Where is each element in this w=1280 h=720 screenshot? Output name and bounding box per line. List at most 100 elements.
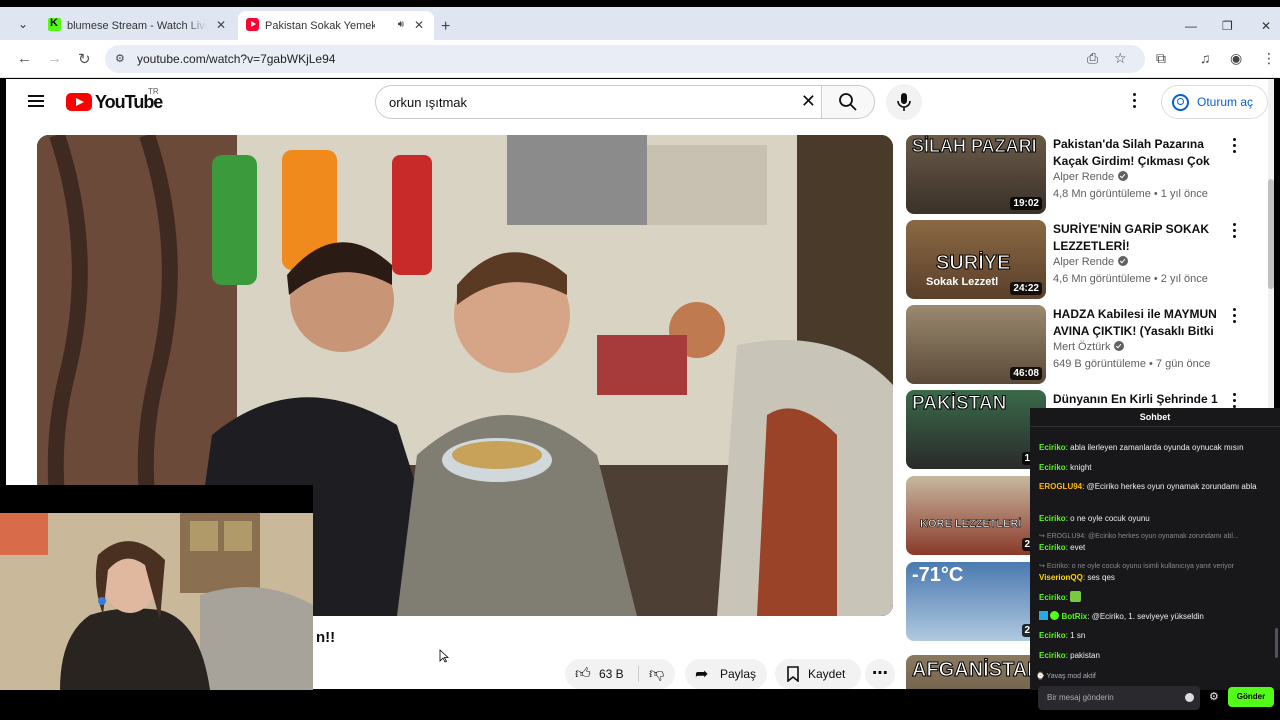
reply-context: ↪ EROGLU94: @Eciriko herkes oyun oynamak… bbox=[1039, 533, 1239, 540]
country-code: TR bbox=[148, 87, 159, 96]
video-thumbnail[interactable]: 46:08 bbox=[906, 305, 1046, 384]
like-button[interactable]: 👍︎ 63 B bbox=[565, 659, 637, 689]
close-window-icon[interactable]: ✕ bbox=[1261, 19, 1271, 33]
related-video[interactable]: SURİYE Sokak Lezzetl 24:22 SURİYE'NİN GA… bbox=[906, 220, 1246, 300]
chat-username[interactable]: Eciriko bbox=[1039, 593, 1066, 602]
slow-mode-notice: ⌚ Yavaş mod aktif bbox=[1036, 673, 1096, 680]
chat-message: Eciriko: o ne oyle cocuk oyunu bbox=[1039, 514, 1150, 523]
share-arrow-icon: ➦ bbox=[695, 666, 709, 683]
emote-icon bbox=[1070, 591, 1082, 602]
more-actions-button[interactable]: ⋯ bbox=[865, 659, 895, 689]
media-controls-icon[interactable]: ♫ bbox=[1200, 50, 1211, 66]
new-tab-button[interactable]: + bbox=[441, 18, 450, 36]
browser-tab-kick[interactable]: blumese Stream - Watch Live on Kick ✕ bbox=[40, 11, 236, 40]
reply-context: ↪ Eciriko: o ne oyle cocuk oyunu isimli … bbox=[1039, 563, 1234, 570]
chat-message: Eciriko: pakistan bbox=[1039, 651, 1100, 660]
channel-name[interactable]: Alper Rende bbox=[1053, 171, 1129, 183]
chat-username[interactable]: Eciriko bbox=[1039, 651, 1066, 660]
channel-name[interactable]: Mert Öztürk bbox=[1053, 341, 1125, 353]
scrollbar-thumb[interactable] bbox=[1268, 179, 1274, 289]
tab-close-icon[interactable]: ✕ bbox=[414, 18, 424, 32]
voice-search-button[interactable] bbox=[886, 84, 922, 120]
browser-menu-icon[interactable]: ⋮ bbox=[1262, 50, 1276, 67]
chat-text: @Eciriko, 1. seviyeye yükseldin bbox=[1091, 612, 1204, 621]
channel-label: Alper Rende bbox=[1053, 171, 1115, 183]
related-video[interactable]: 46:08 HADZA Kabilesi ile MAYMUN AVINA ÇI… bbox=[906, 305, 1246, 385]
chat-username[interactable]: Eciriko bbox=[1039, 463, 1066, 472]
reply-text: EROGLU94: @Eciriko herkes oyun oynamak z… bbox=[1046, 533, 1239, 540]
site-info-icon[interactable]: ⚙ bbox=[115, 52, 129, 66]
video-meta: 4,8 Mn görüntüleme • 1 yıl önce bbox=[1053, 188, 1208, 200]
chat-username[interactable]: Eciriko bbox=[1039, 443, 1066, 452]
bookmark-star-icon[interactable]: ☆ bbox=[1114, 50, 1127, 67]
install-app-icon[interactable]: ⎙ bbox=[1087, 50, 1098, 67]
video-thumbnail[interactable]: SURİYE Sokak Lezzetl 24:22 bbox=[906, 220, 1046, 299]
tab-search-icon[interactable]: ⌄ bbox=[14, 15, 32, 33]
chat-username[interactable]: Eciriko bbox=[1039, 543, 1066, 552]
tab-close-icon[interactable]: ✕ bbox=[216, 18, 226, 32]
video-duration: 19:02 bbox=[1010, 197, 1042, 210]
extensions-icon[interactable]: ⧉ bbox=[1156, 50, 1166, 67]
search-button[interactable] bbox=[821, 85, 875, 119]
video-menu-icon[interactable] bbox=[1233, 308, 1237, 326]
video-thumbnail[interactable]: AFGANİSTAN bbox=[906, 655, 1046, 689]
slow-mode-label: Yavaş mod aktif bbox=[1046, 673, 1096, 680]
chat-username[interactable]: ViserionQQ bbox=[1039, 573, 1083, 582]
like-count: 63 B bbox=[599, 667, 624, 681]
hamburger-menu-icon[interactable] bbox=[28, 95, 44, 107]
url-text: youtube.com/watch?v=7gabWKjLe94 bbox=[137, 52, 336, 66]
profile-icon[interactable]: ◉ bbox=[1230, 50, 1242, 67]
verified-badge-icon bbox=[1114, 341, 1125, 351]
thumbnail-text: AFGANİSTAN bbox=[912, 659, 1043, 682]
more-dots-icon: ⋯ bbox=[872, 665, 888, 682]
chat-username[interactable]: EROGLU94 bbox=[1039, 482, 1082, 491]
share-button[interactable]: ➦ Paylaş bbox=[685, 659, 767, 689]
video-thumbnail[interactable]: SİLAH PAZARI 19:02 bbox=[906, 135, 1046, 214]
channel-name[interactable]: Alper Rende bbox=[1053, 256, 1129, 268]
video-thumbnail[interactable]: PAKİSTAN 19: bbox=[906, 390, 1046, 469]
maximize-icon[interactable]: ❐ bbox=[1222, 19, 1233, 33]
related-title: HADZA Kabilesi ile MAYMUN AVINA ÇIKTIK! … bbox=[1053, 307, 1217, 338]
chat-text: evet bbox=[1070, 543, 1086, 552]
chat-message: Eciriko: bbox=[1039, 591, 1273, 603]
related-title: Dünyanın En Kirli Şehrinde 1 bbox=[1053, 392, 1218, 406]
dislike-button[interactable]: 👎︎ bbox=[641, 659, 675, 689]
settings-menu-icon[interactable] bbox=[1133, 93, 1137, 109]
bot-badge-icon bbox=[1039, 611, 1048, 620]
chat-username[interactable]: BotRix bbox=[1061, 612, 1087, 621]
chat-username[interactable]: Eciriko bbox=[1039, 631, 1066, 640]
emoji-picker-icon[interactable] bbox=[1185, 693, 1194, 702]
thumbnail-text: SİLAH PAZARI bbox=[912, 136, 1038, 157]
reload-icon[interactable]: ↻ bbox=[78, 50, 91, 68]
search-input[interactable]: orkun ışıtmak ✕ bbox=[375, 85, 822, 119]
video-meta: 649 B görüntüleme • 7 gün önce bbox=[1053, 358, 1211, 370]
chat-scrollbar[interactable] bbox=[1275, 628, 1278, 658]
clear-search-icon[interactable]: ✕ bbox=[801, 91, 816, 111]
video-title: n!! bbox=[316, 629, 336, 646]
video-menu-icon[interactable] bbox=[1233, 223, 1237, 241]
chat-username[interactable]: Eciriko bbox=[1039, 514, 1066, 523]
chat-settings-icon[interactable]: ⚙ bbox=[1209, 690, 1219, 703]
video-thumbnail[interactable]: -71°C 25: bbox=[906, 562, 1046, 641]
save-button[interactable]: Kaydet bbox=[775, 659, 861, 689]
video-menu-icon[interactable] bbox=[1233, 138, 1237, 156]
chat-text: knight bbox=[1070, 463, 1092, 472]
minimize-icon[interactable]: — bbox=[1185, 19, 1197, 33]
chat-message-input[interactable]: Bir mesaj gönderin bbox=[1038, 686, 1200, 710]
forward-arrow-icon[interactable]: → bbox=[47, 50, 62, 67]
send-button[interactable]: Gönder bbox=[1228, 687, 1274, 707]
back-arrow-icon[interactable]: ← bbox=[17, 50, 32, 67]
address-bar[interactable]: ⚙ youtube.com/watch?v=7gabWKjLe94 bbox=[105, 45, 1145, 73]
browser-tab-youtube[interactable]: Pakistan Sokak Yemeklerini 🔊︎ ✕ bbox=[238, 11, 434, 40]
video-meta: 4,6 Mn görüntüleme • 2 yıl önce bbox=[1053, 273, 1208, 285]
browser-tabstrip: ⌄ blumese Stream - Watch Live on Kick ✕ … bbox=[0, 7, 1280, 40]
video-thumbnail[interactable]: KORE LEZZETLERİ 28: bbox=[906, 476, 1046, 555]
audio-playing-icon[interactable]: 🔊︎ bbox=[398, 19, 404, 30]
thumbs-down-icon: 👎︎ bbox=[649, 665, 665, 682]
thumbnail-text: -71°C bbox=[912, 564, 964, 586]
chat-input-placeholder: Bir mesaj gönderin bbox=[1047, 693, 1114, 702]
related-video[interactable]: SİLAH PAZARI 19:02 Pakistan'da Silah Paz… bbox=[906, 135, 1246, 215]
chat-text: 1 sn bbox=[1070, 631, 1086, 640]
sign-in-button[interactable]: Oturum aç bbox=[1161, 85, 1268, 119]
chat-text: o ne oyle cocuk oyunu bbox=[1070, 514, 1150, 523]
